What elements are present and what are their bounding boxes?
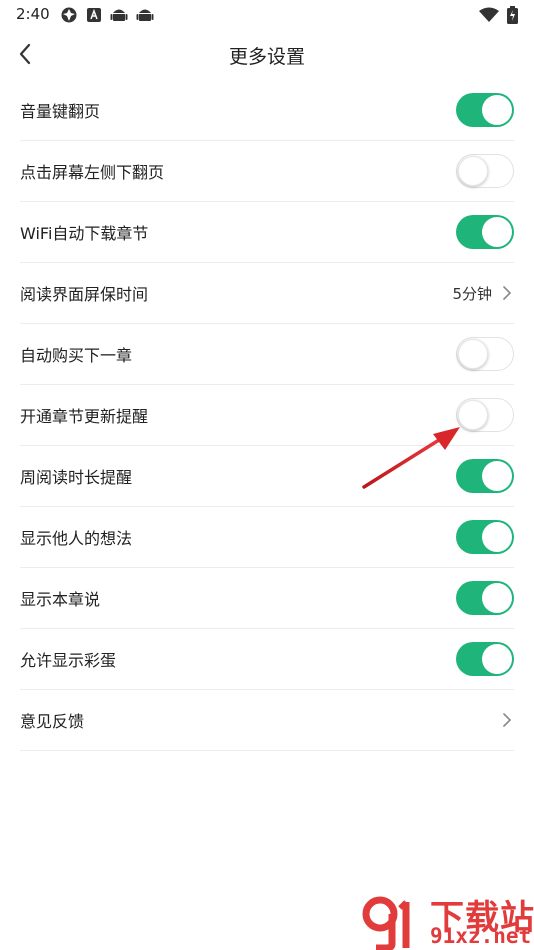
setting-row-tap-left-page-turn[interactable]: 点击屏幕左侧下翻页 xyxy=(20,141,514,202)
setting-label: 点击屏幕左侧下翻页 xyxy=(20,163,165,182)
setting-row-show-others-thoughts[interactable]: 显示他人的想法 xyxy=(20,507,514,568)
setting-label: 显示他人的想法 xyxy=(20,529,133,548)
toggle-switch-on[interactable] xyxy=(456,93,514,127)
toggle-knob xyxy=(482,583,512,613)
toggle-switch-off[interactable] xyxy=(456,398,514,432)
watermark-url: 91xz.net xyxy=(430,924,532,948)
android-icon xyxy=(136,6,154,28)
toggle-switch-on[interactable] xyxy=(456,581,514,615)
chevron-right-icon xyxy=(502,711,514,729)
status-time: 2:40 xyxy=(16,5,50,23)
toggle-switch-on[interactable] xyxy=(456,215,514,249)
page-title: 更多设置 xyxy=(228,46,305,68)
watermark: 下载站 91xz.net xyxy=(360,890,534,950)
setting-row-volume-page-turn[interactable]: 音量键翻页 xyxy=(20,80,514,141)
toggle-switch-on[interactable] xyxy=(456,459,514,493)
status-system-icons xyxy=(479,6,518,28)
toggle-knob xyxy=(458,338,488,369)
setting-row-show-chapter-comments[interactable]: 显示本章说 xyxy=(20,568,514,629)
setting-row-screensaver-time[interactable]: 阅读界面屏保时间 5分钟 xyxy=(20,263,514,324)
setting-label: 开通章节更新提醒 xyxy=(20,407,149,426)
chevron-right-icon xyxy=(502,284,514,302)
setting-label: 阅读界面屏保时间 xyxy=(20,285,149,304)
a-icon xyxy=(86,7,102,27)
status-bar: 2:40 xyxy=(0,0,534,30)
toggle-knob xyxy=(458,155,488,186)
setting-row-allow-easter-eggs[interactable]: 允许显示彩蛋 xyxy=(20,629,514,690)
setting-row-feedback[interactable]: 意见反馈 xyxy=(20,690,514,751)
setting-row-weekly-reading-reminder[interactable]: 周阅读时长提醒 xyxy=(20,446,514,507)
toggle-knob xyxy=(482,522,512,552)
watermark-logo-icon xyxy=(362,896,410,950)
setting-value: 5分钟 xyxy=(452,284,492,303)
toggle-switch-on[interactable] xyxy=(456,520,514,554)
setting-label: 周阅读时长提醒 xyxy=(20,468,133,487)
setting-row-chapter-update-reminder[interactable]: 开通章节更新提醒 xyxy=(20,385,514,446)
android-icon xyxy=(110,6,128,28)
setting-label: 显示本章说 xyxy=(20,590,101,609)
header-bar: 更多设置 xyxy=(0,30,534,78)
toggle-knob xyxy=(482,644,512,674)
toggle-switch-off[interactable] xyxy=(456,337,514,371)
setting-label: 音量键翻页 xyxy=(20,102,101,121)
setting-value-group: 5分钟 xyxy=(452,283,514,304)
toggle-switch-off[interactable] xyxy=(456,154,514,188)
toggle-knob xyxy=(458,399,488,430)
toggle-knob xyxy=(482,95,512,125)
toggle-knob xyxy=(482,461,512,491)
toggle-switch-on[interactable] xyxy=(456,642,514,676)
setting-row-auto-buy-next[interactable]: 自动购买下一章 xyxy=(20,324,514,385)
toggle-knob xyxy=(482,217,512,247)
setting-label: WiFi自动下载章节 xyxy=(20,224,149,243)
setting-label: 允许显示彩蛋 xyxy=(20,651,117,670)
setting-label: 意见反馈 xyxy=(20,712,85,731)
settings-list: 音量键翻页 点击屏幕左侧下翻页 WiFi自动下载章节 阅读界面屏保时间 5分钟 … xyxy=(20,80,514,751)
status-notification-icons xyxy=(60,6,154,28)
wifi-icon xyxy=(479,7,499,27)
battery-charging-icon xyxy=(507,6,518,28)
setting-row-wifi-auto-download[interactable]: WiFi自动下载章节 xyxy=(20,202,514,263)
setting-label: 自动购买下一章 xyxy=(20,346,133,365)
settings-gear-icon xyxy=(60,6,78,28)
